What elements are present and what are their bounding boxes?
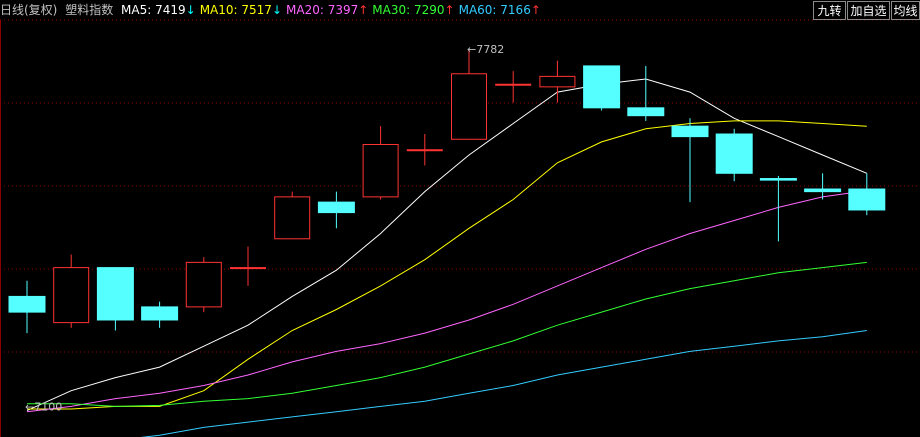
candle-body [715,133,753,174]
ma-line-ma20 [26,190,867,413]
candle-body [804,188,842,193]
chart-window: ←7782 ←7100 日线(复权) 塑料指数 MA5: 7419↓ MA10: 7… [0,0,920,437]
moving-average-button[interactable]: 均线 [891,1,920,20]
candle-body [583,65,621,109]
nine-turn-button[interactable]: 九转 [813,1,846,20]
candle-body [317,201,355,214]
candle-body [185,261,222,308]
ma-trend-arrow: ↓ [185,3,196,17]
ma-trend-arrow: ↓ [271,3,282,17]
candle-body [141,306,179,321]
ma-trend-arrow: ↑ [358,3,369,17]
ma-legend-item: MA60: 7166 [458,3,531,17]
candle-body [274,196,311,240]
candle-body [539,75,576,88]
candle-body [759,178,797,181]
ma-legend: MA5: 7419↓ MA10: 7517↓ MA20: 7397↑ MA30: 72… [121,3,545,17]
ma-legend-item: MA5: 7419 [121,3,186,17]
instrument-name: 塑料指数 [65,3,114,17]
candle-body [8,295,46,313]
candle-body [406,149,443,152]
candle-body [53,267,90,324]
candle-body [96,267,134,321]
candle-body [495,83,532,86]
price-annotation: ←7782 [467,43,504,56]
ma-trend-arrow: ↑ [444,3,455,17]
candle-body [848,188,886,211]
chart-header: 日线(复权) 塑料指数 MA5: 7419↓ MA10: 7517↓ MA20: 7… [0,0,800,20]
ma-line-ma30 [27,261,867,407]
candlestick-chart[interactable]: ←7782 ←7100 [0,0,920,437]
ma-legend-item: MA20: 7397 [286,3,359,17]
ma-line-ma60 [140,330,867,437]
candle-body [230,267,266,270]
ma-legend-item: MA10: 7517 [199,3,272,17]
candle-body [362,143,399,198]
candle-body [671,125,709,138]
ma-trend-arrow: ↑ [530,3,541,17]
price-annotation: ←7100 [25,400,62,413]
ma-legend-item: MA30: 7290 [372,3,445,17]
add-watchlist-button[interactable]: 加自选 [847,1,890,20]
period-label: 日线(复权) [0,3,58,17]
candle-body [451,73,487,140]
candle-body [627,107,665,117]
